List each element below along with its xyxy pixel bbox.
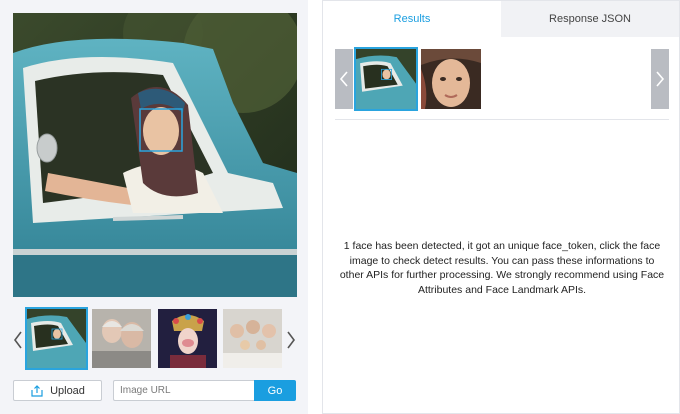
- detection-result-message: 1 face has been detected, it got an uniq…: [339, 240, 665, 296]
- upload-button[interactable]: Upload: [13, 380, 102, 401]
- face-results-carousel: [335, 47, 669, 111]
- tab-results[interactable]: Results: [323, 1, 501, 37]
- image-url-input[interactable]: [113, 380, 254, 401]
- results-next-button[interactable]: [651, 49, 669, 109]
- thumbnail-next-button[interactable]: [284, 330, 298, 350]
- result-thumbnail-image[interactable]: [354, 47, 418, 111]
- chevron-left-icon: [14, 331, 22, 349]
- results-panel: Results Response JSON 1 face has been de…: [322, 0, 680, 414]
- thumbnail-family[interactable]: [223, 309, 282, 368]
- tab-response-json[interactable]: Response JSON: [501, 1, 679, 37]
- result-face-crop[interactable]: [421, 49, 481, 109]
- chevron-right-icon: [287, 331, 295, 349]
- thumbnail-prev-button[interactable]: [11, 330, 25, 350]
- thumbnail-elderly-couple[interactable]: [92, 309, 151, 368]
- chevron-right-icon: [656, 71, 665, 87]
- thumbnail-opera-performer[interactable]: [158, 309, 217, 368]
- main-image: [13, 13, 297, 297]
- results-divider: [335, 119, 669, 120]
- chevron-left-icon: [339, 71, 348, 87]
- thumbnail-truck[interactable]: [25, 307, 88, 370]
- upload-icon: [31, 384, 43, 397]
- go-button[interactable]: Go: [254, 380, 296, 401]
- upload-label: Upload: [50, 384, 85, 397]
- results-prev-button[interactable]: [335, 49, 353, 109]
